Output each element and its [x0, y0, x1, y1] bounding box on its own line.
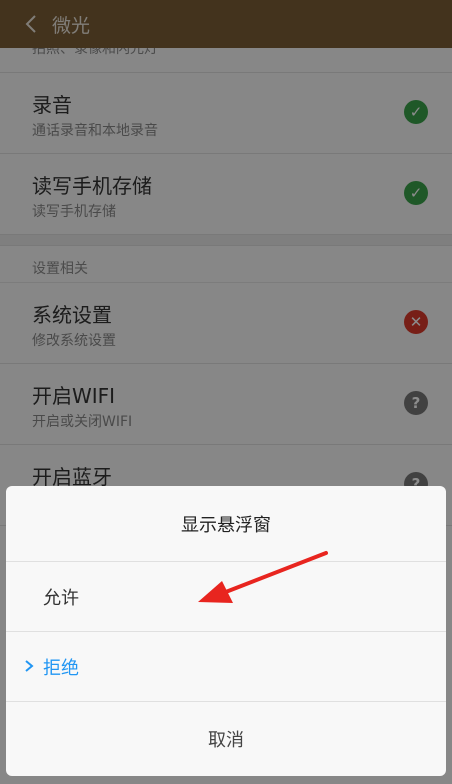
option-allow[interactable]: 允许	[6, 562, 446, 632]
option-label: 允许	[43, 588, 79, 609]
dialog-title: 显示悬浮窗	[6, 486, 446, 562]
option-label: 拒绝	[43, 658, 79, 679]
cancel-button[interactable]: 取消	[6, 702, 446, 776]
option-deny[interactable]: 拒绝	[6, 632, 446, 702]
chevron-right-icon	[25, 660, 34, 672]
permission-dialog: 显示悬浮窗 允许 拒绝 取消	[6, 486, 446, 776]
